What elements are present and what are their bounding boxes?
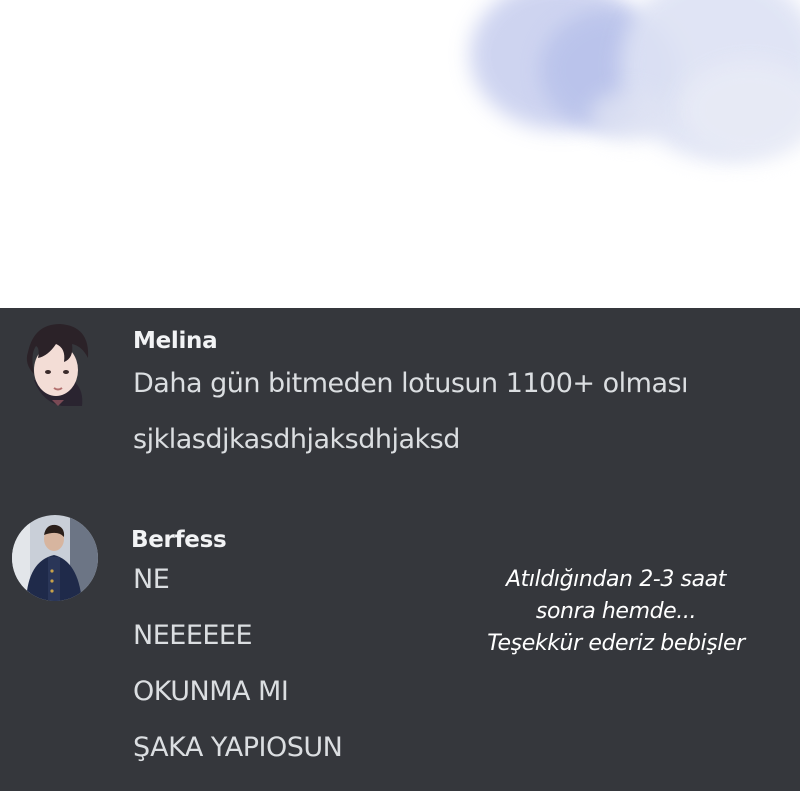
anime-character-avatar-icon [12,318,92,406]
overlay-note: Atıldığından 2-3 saat sonra hemde... Teş… [470,564,762,660]
screenshot-page: Melina Daha gün bitmeden lotusun 1100+ o… [0,0,800,791]
avatar[interactable] [12,515,98,601]
message-text: Daha gün bitmeden lotusun 1100+ olması [133,368,689,399]
message-text: sjklasdjkasdhjaksdhjaksd [133,424,460,455]
username[interactable]: Berfess [131,527,227,553]
cloud-shape [590,90,670,140]
message-text: ŞAKA YAPIOSUN [133,732,343,763]
message-text: NE [133,564,170,595]
message-text: NEEEEEE [133,620,253,651]
note-line: sonra hemde... [535,599,697,624]
message-text: OKUNMA MI [133,676,289,707]
note-line: Atıldığından 2-3 saat [506,567,726,592]
uniformed-man-avatar-icon [12,515,98,601]
note-line: Teşekkür ederiz bebişler [487,631,745,656]
sky-background [0,0,800,308]
username[interactable]: Melina [133,328,218,354]
avatar[interactable] [12,318,92,406]
